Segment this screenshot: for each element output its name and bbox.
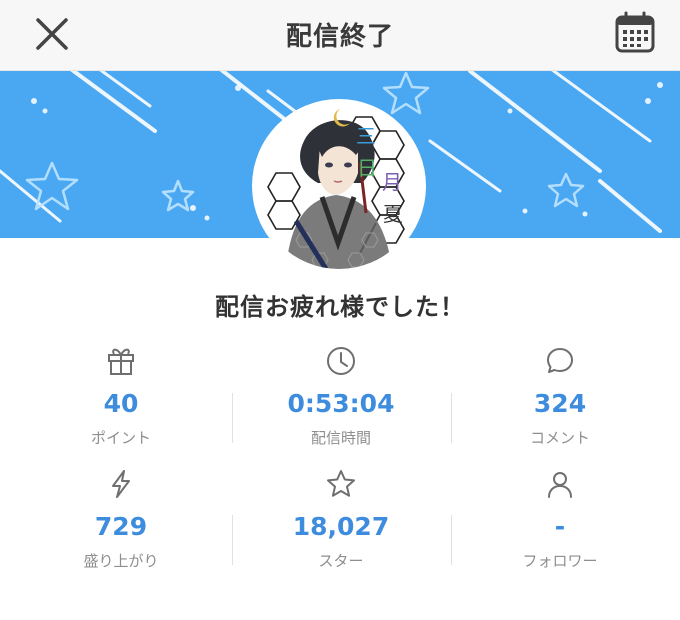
stars-label: スター <box>318 552 364 570</box>
lightning-icon <box>112 470 130 498</box>
stat-excitement: 729 盛り上がり <box>8 468 234 570</box>
calendar-button[interactable] <box>612 10 658 56</box>
avatar-char-1: 三 <box>356 124 376 148</box>
stream-ended-screen: 配信終了 三 日 月 夏 配信お疲れ様でした！ 40 ポイント 0:53:04 … <box>0 0 680 620</box>
person-icon <box>548 472 572 498</box>
stat-stream-time: 0:53:04 配信時間 <box>228 345 454 447</box>
avatar-char-4: 夏 <box>383 202 403 226</box>
calendar-icon <box>615 11 655 53</box>
stars-value: 18,027 <box>292 512 390 541</box>
page-title: 配信終了 <box>285 22 394 52</box>
stream-time-value: 0:53:04 <box>287 389 395 418</box>
comment-icon <box>547 348 573 373</box>
comments-label: コメント <box>529 429 590 447</box>
points-label: ポイント <box>90 429 151 447</box>
header-bar: 配信終了 <box>0 0 680 71</box>
stat-stars: 18,027 スター <box>228 468 454 570</box>
excitement-label: 盛り上がり <box>83 552 159 570</box>
stat-points: 40 ポイント <box>8 345 234 447</box>
followers-label: フォロワー <box>522 552 598 570</box>
avatar-illustration: 三 日 月 夏 <box>267 109 405 269</box>
avatar[interactable]: 三 日 月 夏 <box>256 103 422 269</box>
gift-icon <box>108 348 134 375</box>
completion-message: 配信お疲れ様でした！ <box>215 293 465 321</box>
excitement-value: 729 <box>94 512 148 541</box>
stat-followers: - フォロワー <box>447 468 673 570</box>
star-icon <box>327 470 355 497</box>
stat-comments: 324 コメント <box>447 345 673 447</box>
avatar-char-2: 日 <box>357 156 377 180</box>
points-value: 40 <box>103 389 139 418</box>
comments-value: 324 <box>533 389 587 418</box>
avatar-char-3: 月 <box>382 170 402 194</box>
clock-icon <box>327 347 355 375</box>
stream-time-label: 配信時間 <box>310 429 371 447</box>
followers-value: - <box>554 512 566 541</box>
